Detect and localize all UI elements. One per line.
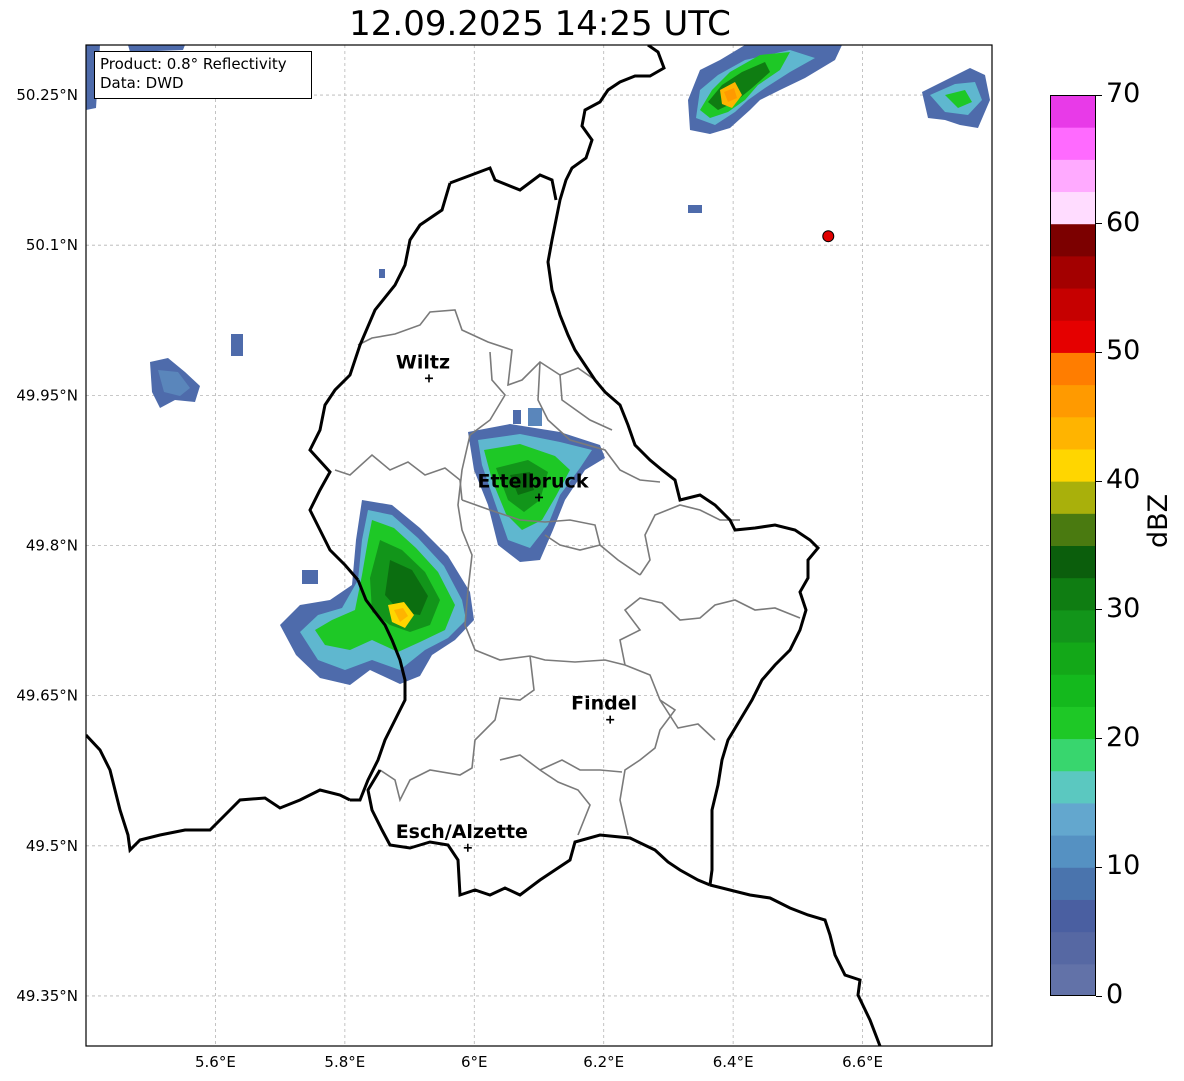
- data-source-label: Data: DWD: [100, 74, 184, 92]
- colorbar-segment: [1050, 835, 1096, 868]
- colorbar-segment: [1050, 609, 1096, 643]
- lat-tick-label: 49.35°N: [16, 987, 78, 1005]
- colorbar-tick-mark: [1096, 223, 1102, 225]
- colorbar-segment: [1050, 674, 1096, 707]
- colorbar-segment: [1050, 159, 1096, 193]
- lon-tick-label: 5.6°E: [195, 1053, 236, 1071]
- colorbar-segment: [1050, 899, 1096, 933]
- radar-echo-sw-storm: [280, 500, 474, 685]
- colorbar-segment: [1050, 931, 1096, 965]
- lon-tick-label: 6.4°E: [713, 1053, 754, 1071]
- place-label: Findel: [571, 693, 637, 715]
- product-info-box: Product: 0.8° Reflectivity Data: DWD: [94, 51, 312, 99]
- radar-echo-nw-blue: [86, 45, 385, 408]
- lon-tick-label: 6°E: [461, 1053, 488, 1071]
- lat-tick-label: 49.5°N: [26, 837, 78, 855]
- colorbar-segment: [1050, 127, 1096, 160]
- place-crosshair-icon: [424, 374, 433, 383]
- colorbar-tick-label: 50: [1106, 335, 1141, 367]
- colorbar-segment: [1050, 706, 1096, 740]
- colorbar-tick-label: 60: [1106, 206, 1141, 238]
- colorbar-tick-label: 20: [1106, 721, 1141, 753]
- colorbar-segment: [1050, 481, 1096, 514]
- colorbar-tick-label: 70: [1106, 78, 1141, 109]
- colorbar-tick-mark: [1096, 609, 1102, 611]
- lon-tick-label: 6.2°E: [583, 1053, 624, 1071]
- colorbar-segment: [1050, 545, 1096, 579]
- place-marker: Wiltz: [396, 351, 450, 383]
- lat-tick-label: 50.25°N: [16, 86, 78, 104]
- lat-tick-label: 49.95°N: [16, 386, 78, 404]
- colorbar-segment: [1050, 95, 1096, 128]
- lon-tick-label: 6.6°E: [842, 1053, 883, 1071]
- colorbar-segment: [1050, 288, 1096, 321]
- place-marker: Findel: [571, 693, 637, 724]
- colorbar-tick-mark: [1096, 866, 1102, 868]
- colorbar-segment: [1050, 255, 1096, 289]
- colorbar-tick-mark: [1096, 94, 1102, 96]
- colorbar-tick-mark: [1096, 351, 1102, 353]
- colorbar-tick-label: 30: [1106, 592, 1141, 624]
- place-label: Esch/Alzette: [396, 821, 528, 843]
- colorbar-segment: [1050, 384, 1096, 418]
- colorbar-segment: [1050, 770, 1096, 804]
- radar-map: Wiltz Ettelbruck Findel Esch/Alzette 50.25°…: [16, 44, 993, 1071]
- colorbar-segment: [1050, 867, 1096, 900]
- colorbar-segment: [1050, 802, 1096, 836]
- colorbar-segment: [1050, 963, 1096, 996]
- place-crosshair-icon: [463, 843, 472, 852]
- product-label: Product: 0.8° Reflectivity: [100, 55, 287, 73]
- colorbar-tick-mark: [1096, 480, 1102, 482]
- colorbar-segment: [1050, 577, 1096, 611]
- colorbar-segment: [1050, 320, 1096, 353]
- colorbar-segment: [1050, 191, 1096, 225]
- lon-tick-label: 5.8°E: [324, 1053, 365, 1071]
- dbz-colorbar: [1050, 95, 1096, 996]
- place-label: Wiltz: [396, 351, 450, 373]
- colorbar-segment: [1050, 513, 1096, 546]
- colorbar-segment: [1050, 223, 1096, 257]
- colorbar-tick-label: 0: [1106, 979, 1124, 1010]
- colorbar-segment: [1050, 642, 1096, 675]
- colorbar-tick-label: 40: [1106, 464, 1141, 496]
- colorbar-segment: [1050, 416, 1096, 450]
- radar-site-marker: [822, 230, 835, 243]
- lat-tick-label: 49.65°N: [16, 687, 78, 705]
- colorbar-tick-mark: [1096, 738, 1102, 740]
- colorbar-segment: [1050, 738, 1096, 772]
- place-crosshair-icon: [606, 715, 615, 724]
- colorbar-tick-label: 10: [1106, 850, 1141, 882]
- colorbar-segment: [1050, 352, 1096, 386]
- colorbar-segment: [1050, 448, 1096, 482]
- colorbar-tick-mark: [1096, 995, 1102, 997]
- colorbar-label: dBZ: [1143, 493, 1174, 548]
- lat-tick-label: 49.8°N: [26, 537, 78, 555]
- place-label: Ettelbruck: [478, 470, 589, 492]
- lat-tick-label: 50.1°N: [26, 236, 78, 254]
